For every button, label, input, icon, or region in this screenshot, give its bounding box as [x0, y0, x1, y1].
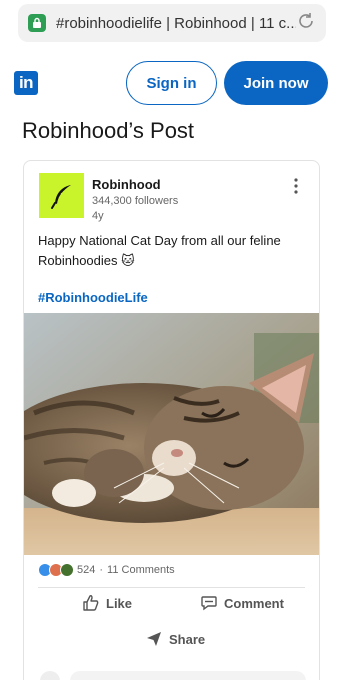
url-text[interactable]: #robinhoodielife | Robinhood | 11 c...	[56, 15, 296, 32]
hashtag-link[interactable]: #RobinhoodieLife	[38, 290, 148, 305]
like-label: Like	[106, 595, 133, 611]
like-button[interactable]: Like	[82, 594, 132, 612]
avatar[interactable]	[39, 173, 84, 218]
comment-input-stub[interactable]	[38, 669, 308, 680]
reactions-separator: ·	[99, 564, 104, 576]
share-icon	[147, 632, 161, 646]
comment-icon	[201, 596, 217, 611]
comment-button[interactable]: Comment	[200, 594, 284, 612]
linkedin-logo[interactable]: in	[14, 71, 38, 95]
comment-label: Comment	[224, 595, 284, 611]
lock-icon	[28, 14, 46, 32]
page-title: Robinhood’s Post	[22, 118, 195, 143]
reactions-summary[interactable]: 524 · 11 Comments	[38, 563, 175, 577]
reaction-count: 524	[77, 564, 96, 576]
browser-url-bar[interactable]: #robinhoodielife | Robinhood | 11 c...	[18, 4, 326, 42]
reload-icon[interactable]	[296, 11, 316, 36]
share-button[interactable]: Share	[145, 630, 205, 648]
post-age: 4y	[92, 210, 104, 222]
join-now-button[interactable]: Join now	[224, 61, 328, 105]
share-label: Share	[169, 631, 206, 647]
divider	[38, 587, 305, 588]
author-name[interactable]: Robinhood	[92, 177, 161, 192]
comments-count[interactable]: 11 Comments	[107, 564, 175, 576]
thumbs-up-icon	[83, 595, 99, 611]
feather-icon	[50, 184, 71, 209]
follower-count: 344,300 followers	[92, 195, 179, 207]
post-text: Happy National Cat Day from all our feli…	[38, 233, 281, 268]
sign-in-button[interactable]: Sign in	[126, 61, 217, 105]
celebrate-reaction-icon	[60, 563, 74, 577]
more-icon[interactable]	[289, 177, 303, 195]
post-card: Robinhood 344,300 followers 4y Happy Nat…	[23, 160, 320, 680]
post-image[interactable]	[24, 313, 319, 555]
